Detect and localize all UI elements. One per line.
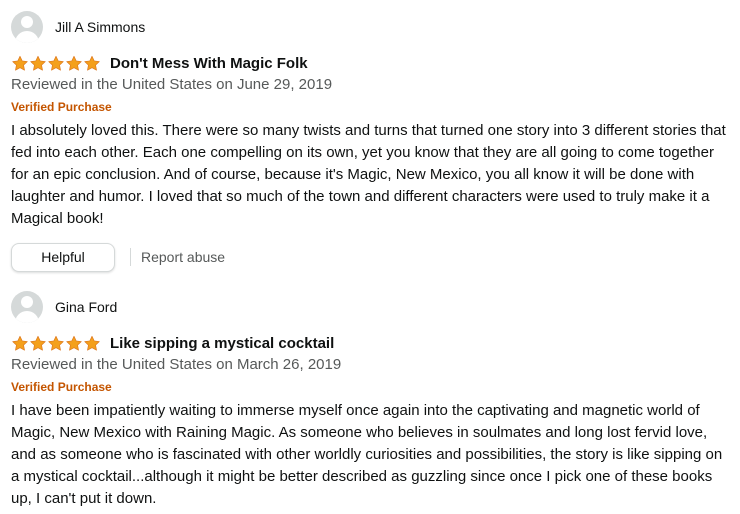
star-filled-icon bbox=[30, 55, 46, 71]
star-filled-icon bbox=[48, 55, 64, 71]
star-rating[interactable] bbox=[11, 335, 101, 352]
star-rating[interactable] bbox=[11, 55, 101, 72]
review-date: Reviewed in the United States on June 29… bbox=[11, 76, 333, 93]
star-filled-icon bbox=[84, 335, 100, 351]
reviewer-profile[interactable]: Gina Ford bbox=[11, 290, 740, 324]
user-avatar-icon bbox=[11, 11, 43, 43]
verified-purchase-badge: Verified Purchase bbox=[11, 100, 112, 114]
reviewer-name[interactable]: Jill A Simmons bbox=[55, 19, 145, 35]
action-divider bbox=[130, 248, 131, 266]
star-filled-icon bbox=[30, 335, 46, 351]
review-item: Jill A Simmons Don't Mess With Magic Fol… bbox=[0, 10, 740, 272]
reviewer-profile[interactable]: Jill A Simmons bbox=[11, 10, 740, 44]
user-avatar-icon bbox=[11, 291, 43, 323]
star-filled-icon bbox=[12, 335, 28, 351]
star-filled-icon bbox=[66, 55, 82, 71]
review-item: Gina Ford Like sipping a mystical cockta… bbox=[0, 290, 740, 510]
star-filled-icon bbox=[66, 335, 82, 351]
report-abuse-link[interactable]: Report abuse bbox=[141, 249, 225, 265]
review-title[interactable]: Don't Mess With Magic Folk bbox=[110, 55, 308, 72]
review-title[interactable]: Like sipping a mystical cocktail bbox=[110, 335, 334, 352]
review-date: Reviewed in the United States on March 2… bbox=[11, 356, 342, 373]
reviewer-name[interactable]: Gina Ford bbox=[55, 299, 117, 315]
review-body: I have been impatiently waiting to immer… bbox=[11, 402, 723, 507]
star-filled-icon bbox=[48, 335, 64, 351]
helpful-button[interactable]: Helpful bbox=[11, 242, 115, 272]
verified-purchase-badge: Verified Purchase bbox=[11, 380, 112, 394]
star-filled-icon bbox=[84, 55, 100, 71]
review-body: I absolutely loved this. There were so m… bbox=[11, 122, 726, 227]
star-filled-icon bbox=[12, 55, 28, 71]
